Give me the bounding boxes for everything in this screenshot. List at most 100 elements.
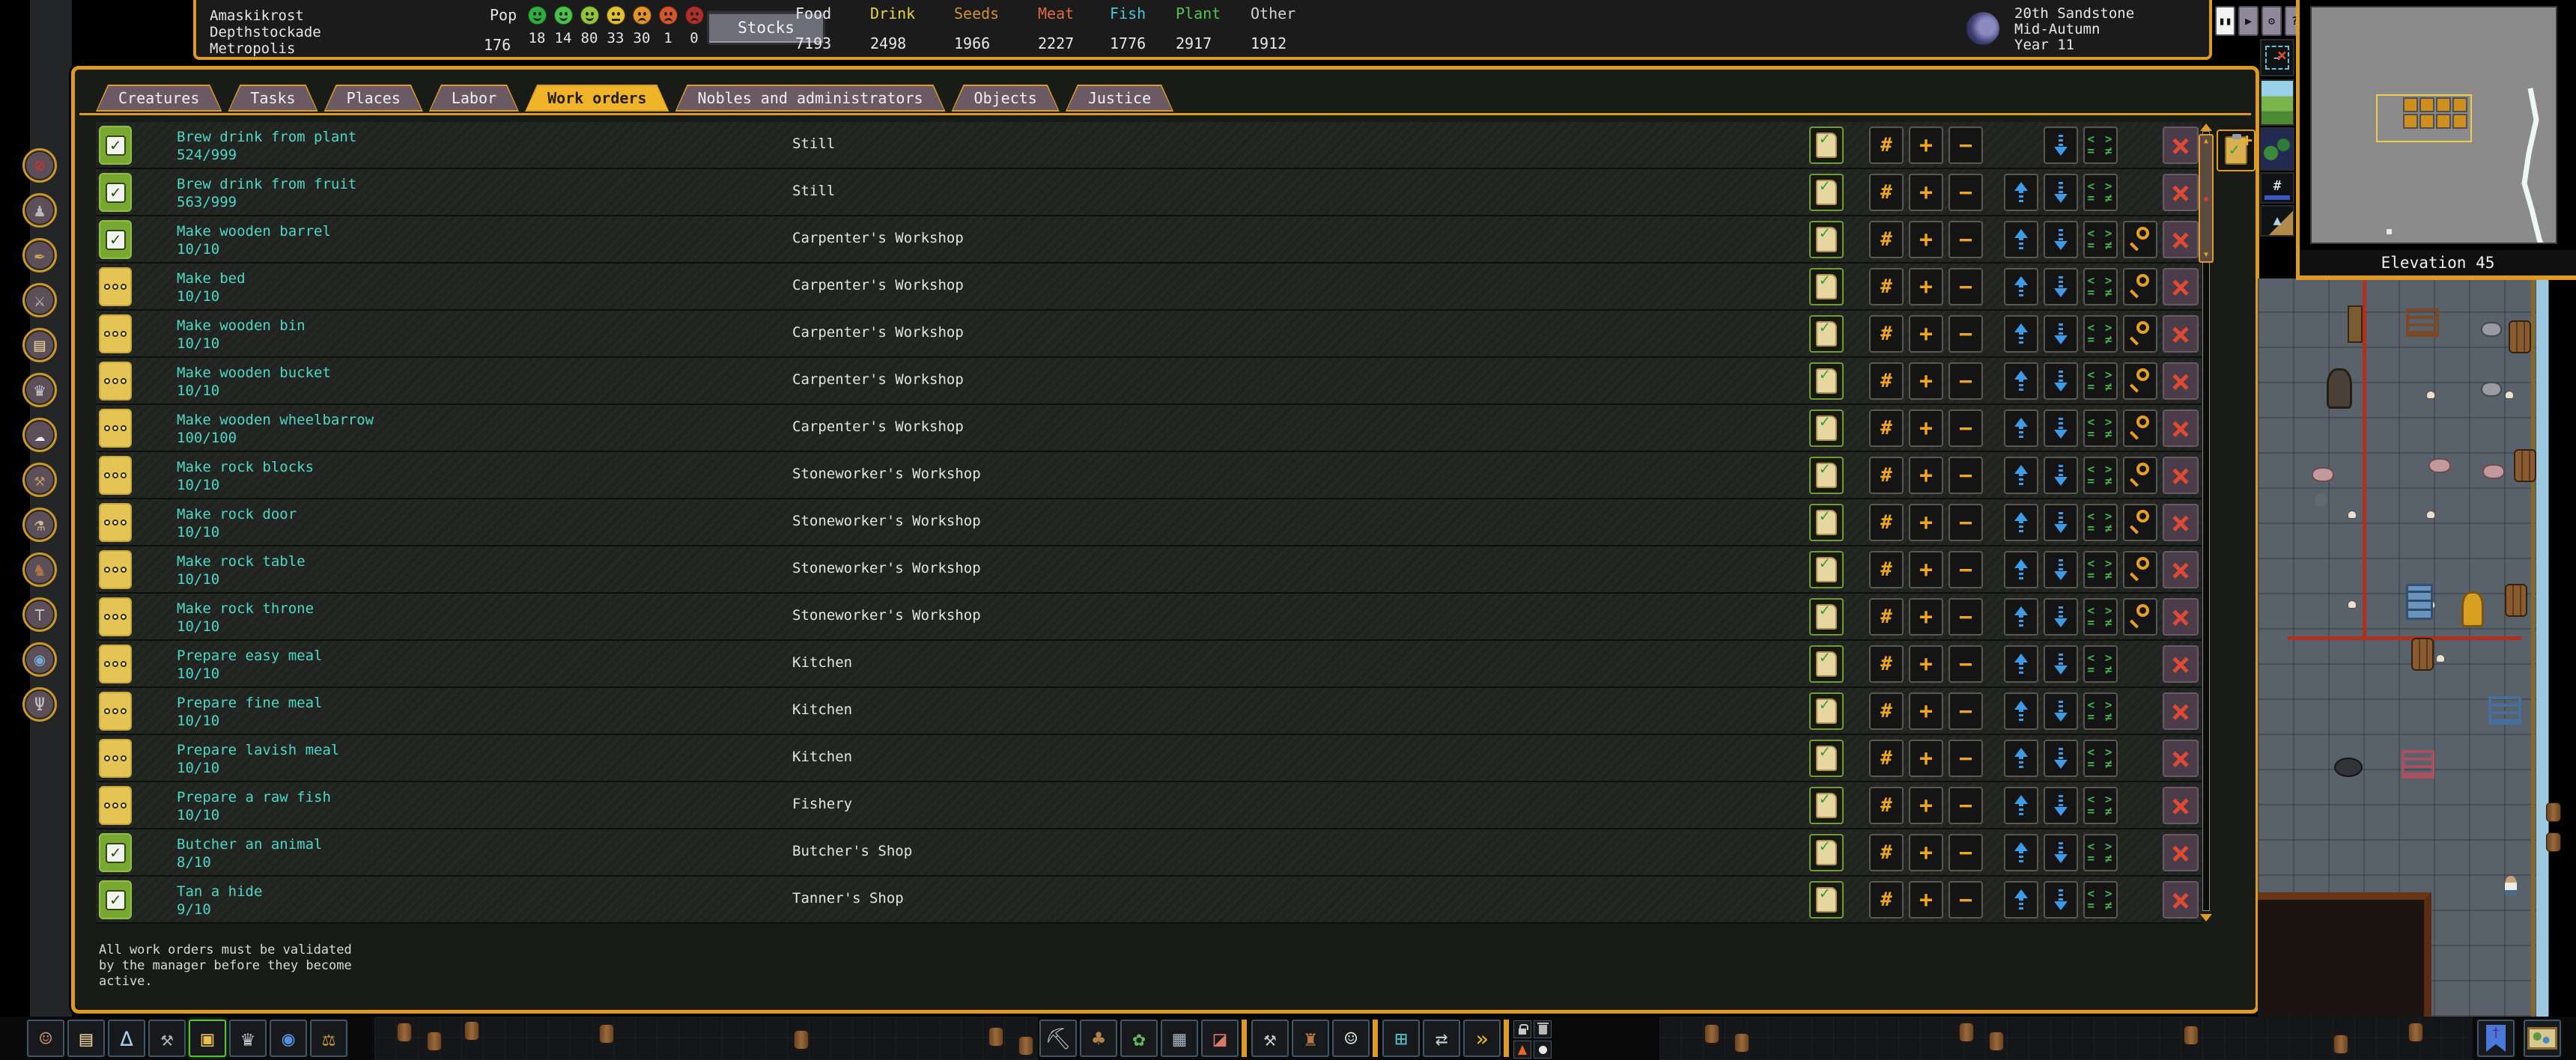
play-button[interactable]: ▶ [2238,6,2258,36]
order-validation-pending-icon[interactable] [99,362,132,400]
set-count-button[interactable]: # [1869,551,1904,588]
order-conditions-button[interactable]: < >= ≠ [2083,315,2118,353]
move-up-button[interactable] [2004,409,2038,447]
surface-view-button[interactable] [2260,79,2294,126]
set-count-button[interactable]: # [1869,362,1904,400]
sidebar-battle-axe-icon[interactable]: ⚒ [22,463,57,497]
increase-count-button[interactable]: + [1909,551,1943,588]
order-details-button[interactable] [1809,834,1844,871]
remove-order-button[interactable]: × [2163,787,2199,824]
move-down-button[interactable] [2044,457,2078,494]
move-up-button[interactable] [2004,174,2038,211]
tab-justice[interactable]: Justice [1066,85,1173,112]
remove-order-button[interactable]: × [2163,598,2199,636]
zoom-to-workshop-button[interactable] [2123,551,2157,588]
move-up-button[interactable] [2004,692,2038,730]
increase-count-button[interactable]: + [1909,692,1943,730]
remove-order-button[interactable]: × [2163,645,2199,683]
move-up-button[interactable] [2004,457,2038,494]
tab-creatures[interactable]: Creatures [96,85,222,112]
order-conditions-button[interactable]: < >= ≠ [2083,787,2118,824]
move-up-button[interactable] [2004,645,2038,683]
sidebar-pacifier-icon[interactable]: ◉ [22,642,57,677]
order-conditions-button[interactable]: < >= ≠ [2083,692,2118,730]
move-up-button[interactable] [2004,881,2038,919]
order-validation-pending-icon[interactable] [99,692,132,731]
set-count-button[interactable]: # [1869,598,1904,636]
sidebar-scroll-icon[interactable]: ▤ [22,328,57,362]
erase-designation-button[interactable]: ◪ [1201,1020,1239,1057]
move-up-button[interactable] [2004,268,2038,305]
order-details-button[interactable] [1809,787,1844,824]
magma-button[interactable] [1513,1041,1531,1059]
move-down-button[interactable] [2044,362,2078,400]
order-details-button[interactable] [1809,457,1844,494]
zoom-to-workshop-button[interactable] [2123,457,2157,494]
remove-order-button[interactable]: × [2163,881,2199,919]
move-down-button[interactable] [2044,740,2078,777]
remove-order-button[interactable]: × [2163,409,2199,447]
order-conditions-button[interactable]: < >= ≠ [2083,598,2118,636]
order-details-button[interactable] [1809,504,1844,541]
remove-order-button[interactable]: × [2163,504,2199,541]
hauling-routes-button[interactable]: ⇄ [1423,1020,1460,1057]
zoom-to-workshop-button[interactable] [2123,598,2157,636]
move-down-button[interactable] [2044,834,2078,871]
decrease-count-button[interactable]: − [1948,362,1983,400]
decrease-count-button[interactable]: − [1948,174,1983,211]
order-active-checkbox[interactable]: ✓ [99,126,132,165]
move-down-button[interactable] [2044,268,2078,305]
increase-count-button[interactable]: + [1909,362,1943,400]
remove-order-button[interactable]: × [2163,315,2199,353]
order-validation-pending-icon[interactable] [99,456,132,495]
set-count-button[interactable]: # [1869,881,1904,919]
order-details-button[interactable] [1809,174,1844,211]
tab-objects[interactable]: Objects [952,85,1060,112]
remove-order-button[interactable]: × [2163,174,2199,211]
gather-plants-button[interactable]: ✿ [1120,1020,1158,1057]
move-down-button[interactable] [2044,127,2078,164]
increase-count-button[interactable]: + [1909,221,1943,258]
sidebar-quiver-icon[interactable]: ✒ [22,238,57,272]
increase-count-button[interactable]: + [1909,881,1943,919]
zoom-to-workshop-button[interactable] [2123,362,2157,400]
decrease-count-button[interactable]: − [1948,881,1983,919]
tab-places[interactable]: Places [324,85,423,112]
exit-selection-button[interactable]: → [2260,39,2294,76]
scroll-up-arrow[interactable] [2200,124,2212,131]
remove-order-button[interactable]: × [2163,127,2199,164]
order-details-button[interactable] [1809,221,1844,258]
increase-count-button[interactable]: + [1909,740,1943,777]
zoom-to-workshop-button[interactable] [2123,409,2157,447]
more-options-button[interactable]: » [1463,1020,1501,1057]
decrease-count-button[interactable]: − [1948,787,1983,824]
order-validation-pending-icon[interactable] [99,550,132,589]
decrease-count-button[interactable]: − [1948,268,1983,305]
settings-button[interactable]: ⚙ [2261,6,2282,36]
sidebar-prohibited-icon[interactable]: ⊘ [22,148,57,183]
places-button[interactable]: ∆ [108,1020,145,1057]
order-conditions-button[interactable]: < >= ≠ [2083,457,2118,494]
set-count-button[interactable]: # [1869,645,1904,683]
decrease-count-button[interactable]: − [1948,645,1983,683]
place-furniture-button[interactable]: ♜ [1292,1020,1329,1057]
sidebar-goblets-icon[interactable]: Ψ [22,687,57,722]
decrease-count-button[interactable]: − [1948,692,1983,730]
decrease-count-button[interactable]: − [1948,598,1983,636]
decrease-count-button[interactable]: − [1948,315,1983,353]
move-up-button[interactable] [2004,834,2038,871]
order-details-button[interactable] [1809,127,1844,164]
set-count-button[interactable]: # [1869,457,1904,494]
build-structure-button[interactable]: ⚒ [1251,1020,1289,1057]
order-conditions-button[interactable]: < >= ≠ [2083,409,2118,447]
order-details-button[interactable] [1809,881,1844,919]
increase-count-button[interactable]: + [1909,787,1943,824]
remove-order-button[interactable]: × [2163,362,2199,400]
order-active-checkbox[interactable]: ✓ [99,833,132,872]
tab-work-orders[interactable]: Work orders [525,85,669,112]
chop-trees-button[interactable]: ♣ [1080,1020,1117,1057]
decrease-count-button[interactable]: − [1948,409,1983,447]
move-down-button[interactable] [2044,645,2078,683]
set-count-button[interactable]: # [1869,834,1904,871]
tasks-button[interactable]: ▤ [67,1020,105,1057]
